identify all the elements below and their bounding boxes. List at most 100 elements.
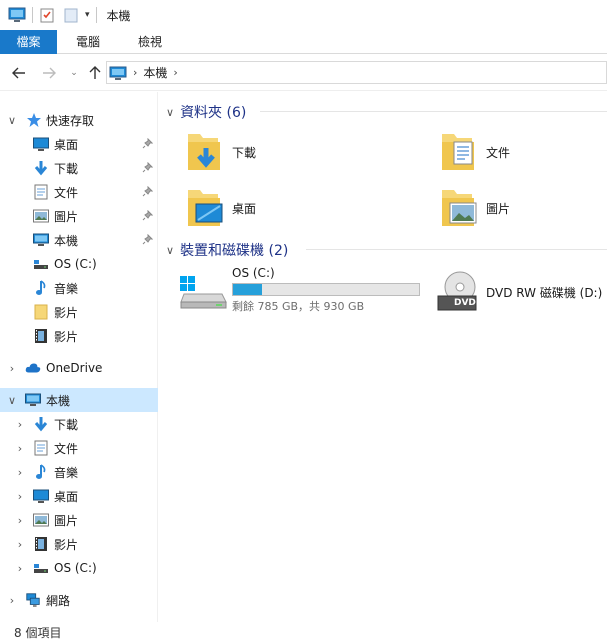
drive-name: DVD RW 磁碟機 (D:) — [486, 285, 603, 300]
tab-file[interactable]: 檔案 — [0, 30, 57, 54]
sidebar-item-pc-music[interactable]: › 音樂 — [0, 460, 158, 484]
drive-icon — [33, 560, 49, 576]
documents-folder-icon — [438, 130, 478, 174]
sidebar-item-network[interactable]: › 網路 — [0, 588, 158, 612]
back-button[interactable] — [8, 62, 30, 84]
item-count: 8 個項目 — [14, 626, 62, 640]
collapse-chevron-icon[interactable]: ∨ — [166, 106, 174, 119]
sidebar-item-label: 本機 — [46, 393, 71, 408]
sidebar-item-this-pc[interactable]: ∨ 本機 — [0, 388, 158, 412]
folder-tile-desktop[interactable]: 桌面 — [184, 186, 256, 230]
folder-label: 圖片 — [486, 201, 511, 216]
sidebar-item-label: 圖片 — [54, 513, 79, 528]
expand-chevron-icon[interactable]: › — [14, 418, 26, 431]
sidebar-item-videos-folder[interactable]: 影片 — [0, 300, 158, 324]
sidebar-item-label: 網路 — [46, 593, 71, 608]
group-title: 資料夾 (6) — [180, 105, 247, 121]
expand-chevron-icon[interactable]: › — [6, 594, 18, 607]
quick-access-toolbar: ▾ — [0, 0, 103, 30]
sidebar-item-this-pc-pinned[interactable]: 本機 — [0, 228, 158, 252]
sidebar-item-label: 文件 — [54, 441, 79, 456]
breadcrumb-chevron-icon[interactable]: › — [133, 66, 137, 79]
sidebar-item-label: 桌面 — [54, 489, 79, 504]
address-bar[interactable]: › 本機 › — [106, 61, 607, 84]
customize-toolbar-dropdown-icon[interactable]: ▾ — [85, 10, 90, 20]
sidebar-item-onedrive[interactable]: › OneDrive — [0, 356, 158, 380]
desktop-icon — [33, 488, 49, 504]
new-folder-icon[interactable] — [63, 7, 79, 23]
computer-icon — [109, 66, 127, 80]
drive-usage-bar — [232, 283, 420, 296]
sidebar-item-pc-documents[interactable]: › 文件 — [0, 436, 158, 460]
window-title: 本機 — [106, 8, 131, 23]
up-button[interactable] — [84, 62, 106, 84]
sidebar-item-pc-videos[interactable]: › 影片 — [0, 532, 158, 556]
folder-label: 下載 — [232, 145, 257, 160]
breadcrumb-chevron-icon[interactable]: › — [173, 66, 177, 79]
drive-free-space: 剩餘 785 GB，共 930 GB — [232, 300, 365, 313]
pin-icon[interactable] — [142, 161, 154, 174]
dvd-drive-icon: DVD — [434, 270, 478, 314]
sidebar-item-pc-desktop[interactable]: › 桌面 — [0, 484, 158, 508]
back-arrow-icon — [12, 67, 25, 79]
document-icon — [33, 184, 49, 200]
sidebar-item-pc-os-c[interactable]: › OS (C:) — [0, 556, 158, 580]
expand-chevron-icon[interactable]: ∨ — [6, 114, 18, 127]
ribbon-tabs: 檔案 電腦 檢視 — [0, 30, 607, 54]
network-icon — [25, 592, 41, 608]
pin-icon[interactable] — [142, 233, 154, 246]
computer-icon — [25, 392, 41, 408]
expand-chevron-icon[interactable]: › — [14, 490, 26, 503]
group-title: 裝置和磁碟機 (2) — [180, 243, 289, 259]
sidebar-item-label: 下載 — [54, 161, 79, 176]
folder-tile-pictures[interactable]: 圖片 — [438, 186, 510, 230]
music-icon — [33, 464, 49, 480]
sidebar-item-documents[interactable]: 文件 — [0, 180, 158, 204]
pictures-folder-icon — [438, 186, 478, 230]
sidebar-item-pc-downloads[interactable]: › 下載 — [0, 412, 158, 436]
folder-tile-downloads[interactable]: 下載 — [184, 130, 256, 174]
expand-chevron-icon[interactable]: › — [14, 466, 26, 479]
drive-usage-fill — [233, 284, 263, 295]
group-divider — [306, 249, 607, 250]
sidebar-item-pictures[interactable]: 圖片 — [0, 204, 158, 228]
sidebar-item-quick-access[interactable]: ∨ 快速存取 — [0, 108, 158, 132]
sidebar-item-label: 文件 — [54, 185, 79, 200]
sidebar-item-music[interactable]: 音樂 — [0, 276, 158, 300]
group-header-devices[interactable]: ∨ 裝置和磁碟機 (2) — [166, 240, 288, 260]
tab-computer[interactable]: 電腦 — [57, 30, 119, 54]
forward-button[interactable] — [38, 62, 60, 84]
star-icon — [26, 112, 42, 128]
pin-icon[interactable] — [142, 185, 154, 198]
computer-icon — [33, 232, 49, 248]
sidebar-item-label: 本機 — [54, 233, 79, 248]
properties-icon[interactable] — [39, 7, 55, 23]
drive-tile-dvd[interactable]: DVD DVD RW 磁碟機 (D:) — [434, 270, 602, 314]
sidebar-item-os-c[interactable]: OS (C:) — [0, 252, 158, 276]
group-header-folders[interactable]: ∨ 資料夾 (6) — [166, 102, 246, 122]
recent-locations-button[interactable]: ⌄ — [63, 62, 85, 84]
folder-tile-documents[interactable]: 文件 — [438, 130, 510, 174]
expand-chevron-icon[interactable]: › — [6, 362, 18, 375]
sidebar-item-pc-pictures[interactable]: › 圖片 — [0, 508, 158, 532]
sidebar-item-label: 影片 — [54, 537, 79, 552]
sidebar-item-videos[interactable]: 影片 — [0, 324, 158, 348]
tab-view[interactable]: 檢視 — [119, 30, 181, 54]
expand-chevron-icon[interactable]: › — [14, 538, 26, 551]
sidebar-item-downloads[interactable]: 下載 — [0, 156, 158, 180]
pin-icon[interactable] — [142, 209, 154, 222]
breadcrumb-this-pc[interactable]: 本機 — [143, 64, 167, 81]
chevron-down-icon: ⌄ — [70, 68, 78, 78]
sidebar-item-label: 影片 — [54, 329, 79, 344]
expand-chevron-icon[interactable]: › — [14, 562, 26, 575]
collapse-chevron-icon[interactable]: ∨ — [166, 244, 174, 257]
pictures-icon — [33, 208, 49, 224]
sidebar-item-label: 桌面 — [54, 137, 79, 152]
sidebar-item-label: 圖片 — [54, 209, 79, 224]
expand-chevron-icon[interactable]: ∨ — [6, 394, 18, 407]
pin-icon[interactable] — [142, 137, 154, 150]
expand-chevron-icon[interactable]: › — [14, 514, 26, 527]
expand-chevron-icon[interactable]: › — [14, 442, 26, 455]
sidebar-item-desktop[interactable]: 桌面 — [0, 132, 158, 156]
forward-arrow-icon — [43, 67, 56, 79]
